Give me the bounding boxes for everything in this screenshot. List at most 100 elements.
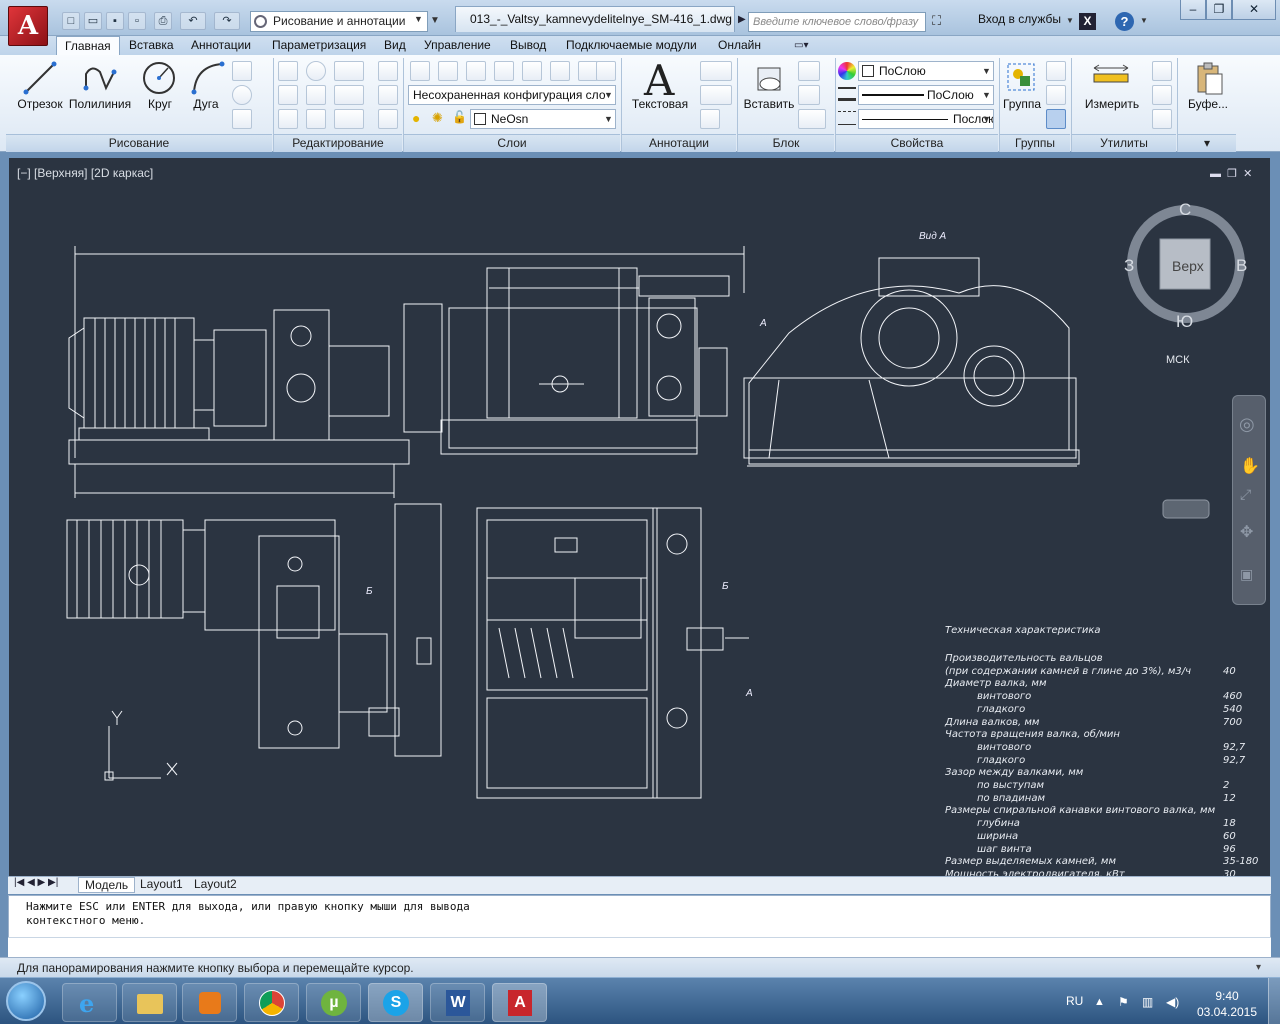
arc-tool-icon[interactable] [186, 58, 230, 98]
chevron-down-icon[interactable]: ▼ [1066, 16, 1074, 25]
showmotion-icon[interactable]: ▣ [1240, 566, 1253, 583]
polyline-tool-icon[interactable] [78, 58, 122, 98]
calculator-icon[interactable] [1152, 109, 1172, 129]
layer-previous-icon[interactable] [494, 61, 514, 81]
document-tab[interactable]: 013_-_Valtsy_kamnevydelitelnye_SM-416_1.… [455, 6, 735, 32]
utilities-panel-title[interactable]: Утилиты [1072, 134, 1176, 152]
erase-icon[interactable] [378, 61, 398, 81]
layers-panel-title[interactable]: Слои [404, 134, 620, 152]
scale-icon[interactable] [306, 109, 326, 129]
undo-icon[interactable]: ↶ [180, 12, 206, 30]
dimension-icon[interactable] [700, 61, 732, 81]
tray-network-icon[interactable]: ▥ [1142, 995, 1153, 1009]
measure-label[interactable]: Измерить [1080, 97, 1144, 111]
lineweight-icon[interactable] [838, 87, 856, 101]
offset-icon[interactable] [378, 109, 398, 129]
taskbar-utorrent-icon[interactable]: µ [306, 983, 361, 1022]
taskbar-clock[interactable]: 9:40 03.04.2015 [1190, 988, 1264, 1020]
tray-flag-icon[interactable]: ⚑ [1118, 995, 1129, 1009]
leader-icon[interactable] [700, 85, 732, 105]
redo-icon[interactable]: ↷ [214, 12, 240, 30]
save-as-icon[interactable]: ▫ [128, 12, 146, 30]
tab-output[interactable]: Вывод [502, 36, 554, 56]
stretch-icon[interactable] [278, 109, 298, 129]
circle-tool-icon[interactable] [138, 58, 182, 98]
linetype-icon[interactable] [838, 111, 856, 125]
group-icon[interactable] [1004, 60, 1040, 96]
orbit-icon[interactable]: ✥ [1240, 522, 1253, 542]
tab-insert[interactable]: Вставка [121, 36, 182, 56]
layer-properties-icon[interactable] [410, 61, 430, 81]
start-button[interactable] [6, 981, 46, 1021]
hatch-icon[interactable] [232, 85, 252, 105]
edit-block-icon[interactable] [798, 85, 820, 105]
group-label[interactable]: Группа [1000, 97, 1044, 111]
command-input[interactable] [8, 937, 1271, 957]
tab-addins[interactable]: Подключаемые модули [558, 36, 705, 56]
layer-state-icon[interactable] [438, 61, 458, 81]
color-wheel-icon[interactable] [838, 62, 856, 80]
layer-select[interactable]: NeOsn [470, 109, 616, 129]
tab-parametric[interactable]: Параметризация [264, 36, 374, 56]
ucs-menu[interactable]: МСК [1166, 354, 1190, 366]
text-tool-label[interactable]: Текстовая [628, 97, 692, 111]
chevron-down-icon[interactable]: ▼ [604, 90, 613, 100]
trim-icon[interactable] [334, 61, 364, 81]
quick-select-icon[interactable] [1152, 61, 1172, 81]
tray-volume-icon[interactable]: ◀) [1166, 995, 1179, 1009]
explode-icon[interactable] [378, 85, 398, 105]
new-file-icon[interactable]: □ [62, 12, 80, 30]
print-icon[interactable]: ⎙ [154, 12, 172, 30]
save-icon[interactable]: ▪ [106, 12, 124, 30]
tray-arrow-icon[interactable]: ▲ [1094, 996, 1105, 1008]
binoculars-icon[interactable]: ⛶ [932, 13, 941, 29]
maximize-button[interactable]: ❐ [1206, 0, 1232, 20]
ungroup-icon[interactable] [1046, 61, 1066, 81]
properties-panel-title[interactable]: Свойства [836, 134, 998, 152]
rotate-icon[interactable] [306, 61, 326, 81]
insert-block-icon[interactable] [750, 60, 790, 96]
viewcube-south[interactable]: Ю [1176, 312, 1193, 332]
table-icon[interactable] [700, 109, 720, 129]
viewcube-top-face[interactable]: Верх [1172, 258, 1204, 274]
pan-hand-icon[interactable]: ✋ [1240, 456, 1260, 476]
taskbar-explorer-icon[interactable] [122, 983, 177, 1022]
create-block-icon[interactable] [798, 61, 820, 81]
tab-annotate[interactable]: Аннотации [183, 36, 259, 56]
viewcube-west[interactable]: З [1124, 256, 1134, 276]
lock-icon[interactable]: 🔓 [452, 110, 467, 124]
customize-qat-icon[interactable]: ▼ [430, 15, 440, 26]
viewcube-north[interactable]: С [1179, 200, 1191, 220]
layer-isolate-icon[interactable] [522, 61, 542, 81]
fillet-icon[interactable] [334, 85, 364, 105]
modify-panel-title[interactable]: Редактирование [274, 134, 402, 152]
move-icon[interactable] [278, 61, 298, 81]
workspace-selector[interactable]: Рисование и аннотации [250, 11, 428, 32]
clipboard-label[interactable]: Буфе... [1186, 97, 1230, 111]
select-all-icon[interactable] [1152, 85, 1172, 105]
tab-view[interactable]: Вид [376, 36, 414, 56]
tab-nav-arrows[interactable]: |◀ ◀ ▶ ▶| [14, 877, 58, 888]
language-indicator[interactable]: RU [1066, 994, 1083, 1008]
tab-model[interactable]: Модель [78, 877, 136, 893]
taskbar-word-icon[interactable]: W [430, 983, 485, 1022]
line-tool-label[interactable]: Отрезок [16, 97, 64, 111]
clipboard-icon[interactable] [1192, 60, 1226, 96]
layer-freeze-icon[interactable] [578, 61, 598, 81]
zoom-icon[interactable]: ⤢ [1240, 486, 1251, 503]
sun-icon[interactable]: ✺ [432, 110, 443, 126]
measure-icon[interactable] [1092, 62, 1132, 92]
chevron-right-icon[interactable]: ▶ [738, 14, 746, 25]
lightbulb-icon[interactable]: ● [412, 110, 420, 126]
group-edit-icon[interactable] [1046, 85, 1066, 105]
taskbar-ie-icon[interactable]: e [62, 983, 117, 1022]
chevron-down-icon[interactable]: ▼ [982, 66, 991, 76]
chevron-down-icon[interactable]: ▼ [414, 14, 423, 24]
help-button[interactable]: ? [1115, 12, 1134, 31]
close-button[interactable]: ✕ [1232, 0, 1276, 20]
steering-wheel-icon[interactable]: ◎ [1239, 414, 1255, 435]
polyline-tool-label[interactable]: Полилиния [67, 97, 133, 111]
taskbar-autocad-icon[interactable]: A [492, 983, 547, 1022]
chevron-down-icon[interactable]: ▼ [982, 90, 991, 100]
block-panel-title[interactable]: Блок [738, 134, 834, 152]
